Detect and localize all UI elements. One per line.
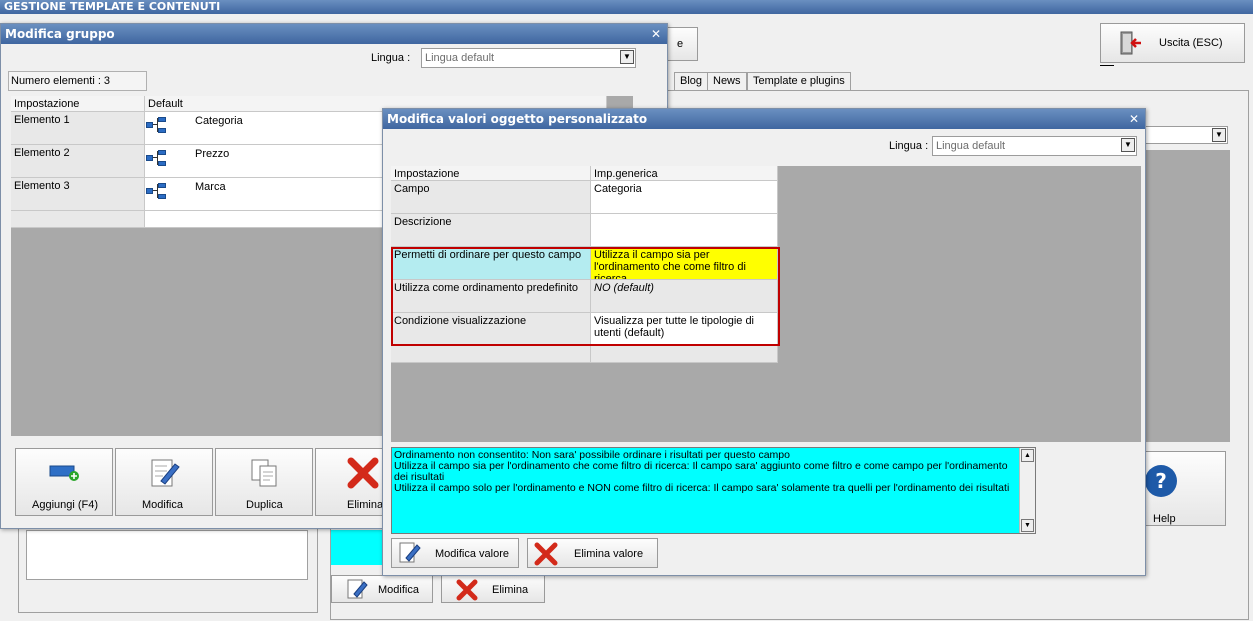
close-icon[interactable]: ✕ bbox=[1129, 109, 1139, 129]
add-item-icon bbox=[49, 465, 79, 481]
values-window: Modifica valori oggetto personalizzato ✕… bbox=[382, 108, 1146, 576]
table-row-value bbox=[591, 346, 778, 363]
table-row-value[interactable]: Categoria bbox=[591, 181, 778, 214]
edit-icon bbox=[151, 459, 180, 487]
edit-icon bbox=[399, 542, 421, 563]
values-window-title: Modifica valori oggetto personalizzato bbox=[387, 112, 648, 126]
app-title-bar: GESTIONE TEMPLATE E CONTENUTI bbox=[0, 0, 1253, 14]
table-row-label bbox=[11, 211, 145, 228]
delete-value-button[interactable]: Elimina valore bbox=[527, 538, 658, 568]
column-header: Imp.generica bbox=[591, 166, 778, 181]
svg-text:?: ? bbox=[1155, 469, 1167, 493]
main-delete-button[interactable]: Elimina bbox=[441, 575, 545, 603]
chevron-down-icon: ▼ bbox=[1121, 138, 1135, 152]
exit-label: Uscita (ESC) bbox=[1159, 37, 1223, 49]
group-language-select[interactable]: Lingua default ▼ bbox=[421, 48, 636, 68]
main-edit-button[interactable]: Modifica bbox=[331, 575, 433, 603]
exit-underline bbox=[1100, 65, 1114, 66]
edit-button[interactable]: Modifica bbox=[115, 448, 213, 516]
values-language-select[interactable]: Lingua default ▼ bbox=[932, 136, 1137, 156]
help-icon: ? bbox=[1145, 465, 1177, 497]
delete-x-icon bbox=[456, 579, 478, 601]
main-info-strip bbox=[331, 530, 386, 565]
scroll-down-icon[interactable]: ▼ bbox=[1021, 519, 1034, 532]
tab-news[interactable]: News bbox=[707, 72, 747, 90]
copy-icon bbox=[251, 459, 277, 487]
group-window-title-bar[interactable]: Modifica gruppo ✕ bbox=[1, 24, 667, 44]
table-row-value[interactable] bbox=[591, 214, 778, 247]
values-grid: Impostazione Imp.generica Campo Categori… bbox=[391, 166, 1141, 442]
tab-blog[interactable]: Blog bbox=[674, 72, 709, 90]
scrollbar[interactable]: ▲ ▼ bbox=[1019, 448, 1035, 533]
hierarchy-icon bbox=[146, 117, 168, 135]
group-window-title: Modifica gruppo bbox=[5, 27, 115, 41]
column-header: Impostazione bbox=[391, 166, 591, 181]
left-lower-textbox[interactable] bbox=[26, 530, 308, 580]
close-icon[interactable]: ✕ bbox=[651, 24, 661, 44]
scroll-up-icon[interactable]: ▲ bbox=[1021, 449, 1034, 462]
edit-value-button[interactable]: Modifica valore bbox=[391, 538, 519, 568]
exit-door-icon bbox=[1120, 31, 1141, 55]
tab-template-plugins[interactable]: Template e plugins bbox=[747, 72, 851, 90]
element-count-box: Numero elementi : 3 bbox=[8, 71, 147, 91]
chevron-down-icon: ▼ bbox=[620, 50, 634, 64]
selection-highlight bbox=[391, 247, 780, 346]
values-window-title-bar[interactable]: Modifica valori oggetto personalizzato ✕ bbox=[383, 109, 1145, 129]
table-row-label[interactable]: Campo bbox=[391, 181, 591, 214]
table-row-label[interactable]: Elemento 3 bbox=[11, 178, 145, 211]
duplicate-button[interactable]: Duplica bbox=[215, 448, 313, 516]
delete-x-icon bbox=[534, 542, 558, 566]
delete-button[interactable]: Elimina bbox=[315, 448, 385, 516]
table-row-label bbox=[391, 346, 591, 363]
table-row-label[interactable]: Elemento 1 bbox=[11, 112, 145, 145]
column-header: Impostazione bbox=[11, 96, 145, 112]
chevron-down-icon: ▼ bbox=[1212, 128, 1226, 142]
edit-icon bbox=[347, 579, 368, 599]
help-label: Help bbox=[1153, 513, 1176, 525]
hierarchy-icon bbox=[146, 183, 168, 201]
info-text-box[interactable]: Ordinamento non consentito: Non sara' po… bbox=[391, 447, 1036, 534]
group-language-label: Lingua : bbox=[371, 52, 411, 64]
table-row-label[interactable]: Elemento 2 bbox=[11, 145, 145, 178]
exit-button[interactable]: Uscita (ESC) bbox=[1100, 23, 1245, 63]
hierarchy-icon bbox=[146, 150, 168, 168]
add-button[interactable]: Aggiungi (F4) bbox=[15, 448, 113, 516]
values-language-label: Lingua : bbox=[889, 140, 929, 152]
delete-x-icon bbox=[347, 457, 379, 489]
table-row-label[interactable]: Descrizione bbox=[391, 214, 591, 247]
app-title: GESTIONE TEMPLATE E CONTENUTI bbox=[4, 0, 221, 13]
